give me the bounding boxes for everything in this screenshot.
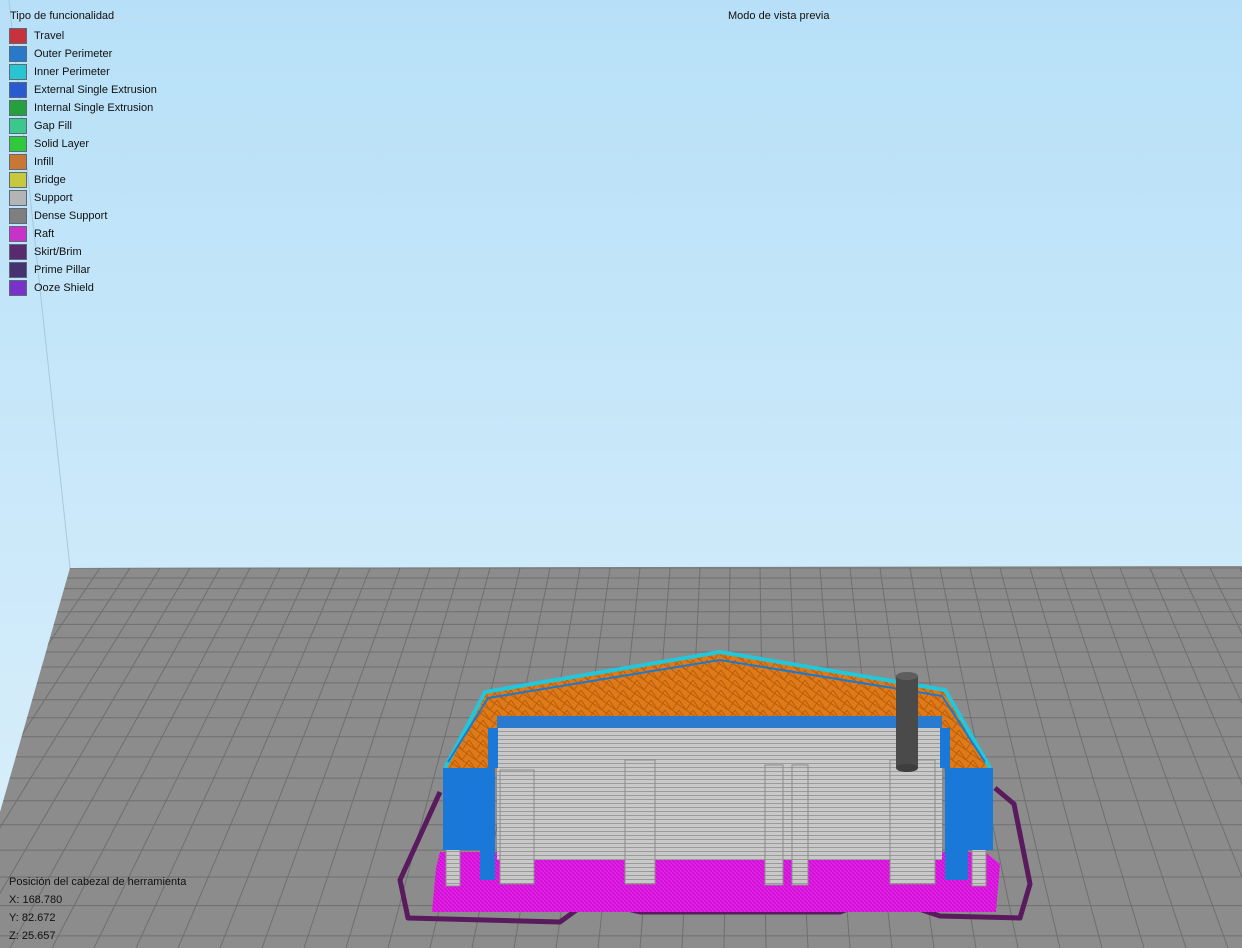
legend-swatch [9,172,27,188]
legend-item: Infill [9,153,157,171]
legend-label: Infill [34,156,54,168]
legend-item: Travel [9,27,157,45]
legend-swatch [9,244,27,260]
legend-swatch [9,118,27,134]
legend-title: Tipo de funcionalidad [10,10,115,22]
legend-label: Gap Fill [34,120,72,132]
inner-wall-right [940,728,950,768]
support-column [499,769,535,885]
legend-item: Raft [9,225,157,243]
legend-label: Solid Layer [34,138,90,150]
legend-label: Inner Perimeter [34,66,110,78]
legend-swatch [9,100,27,116]
legend-label: Dense Support [34,210,108,222]
legend-item: External Single Extrusion [9,81,157,99]
legend-swatch [9,208,27,224]
legend-item: Inner Perimeter [9,63,157,81]
prime-pillar-top [896,672,918,680]
inner-wall-left [488,728,498,768]
legend-item: Ooze Shield [9,279,157,297]
inner-wall-top [497,716,942,730]
support-block [497,728,942,860]
legend-item: Outer Perimeter [9,45,157,63]
legend-swatch [9,64,27,80]
legend-item: Internal Single Extrusion [9,99,157,117]
legend-label: Prime Pillar [34,264,91,276]
legend-label: Bridge [34,174,66,186]
legend-item: Dense Support [9,207,157,225]
3d-preview-viewport[interactable]: Tipo de funcionalidad Modo de vista prev… [0,0,1242,948]
legend-label: Internal Single Extrusion [34,102,154,114]
support-column [624,759,656,885]
support-column [889,759,936,885]
legend-swatch [9,136,27,152]
legend-swatch [9,190,27,206]
legend-label: Support [34,192,73,204]
legend-item: Gap Fill [9,117,157,135]
toolhead-position-panel: Posición del cabezal de herramienta X: 1… [9,876,186,948]
legend-item: Prime Pillar [9,261,157,279]
toolhead-y: Y: 82.672 [9,912,56,924]
legend-swatch [9,226,27,242]
legend-label: Raft [34,228,55,240]
legend-swatch [9,82,27,98]
legend-label: External Single Extrusion [34,84,157,96]
legend-swatch [9,262,27,278]
legend-item: Skirt/Brim [9,243,157,261]
legend-item: Support [9,189,157,207]
legend-item: Bridge [9,171,157,189]
prime-pillar-bottom [896,764,918,772]
preview-mode-label: Modo de vista previa [728,10,830,22]
legend-label: Skirt/Brim [34,246,82,258]
legend-label: Travel [34,30,65,42]
support-column [764,764,784,886]
feature-type-legend: Travel Outer Perimeter Inner Perimeter Exte… [9,27,157,297]
support-column [791,764,809,886]
legend-label: Ooze Shield [34,282,94,294]
legend-label: Outer Perimeter [34,48,113,60]
toolhead-x: X: 168.780 [9,894,63,906]
prime-pillar [896,676,918,768]
legend-swatch [9,280,27,296]
legend-swatch [9,28,27,44]
legend-item: Solid Layer [9,135,157,153]
toolhead-title: Posición del cabezal de herramienta [9,876,187,888]
legend-swatch [9,154,27,170]
legend-swatch [9,46,27,62]
toolhead-z: Z: 25.657 [9,930,56,942]
